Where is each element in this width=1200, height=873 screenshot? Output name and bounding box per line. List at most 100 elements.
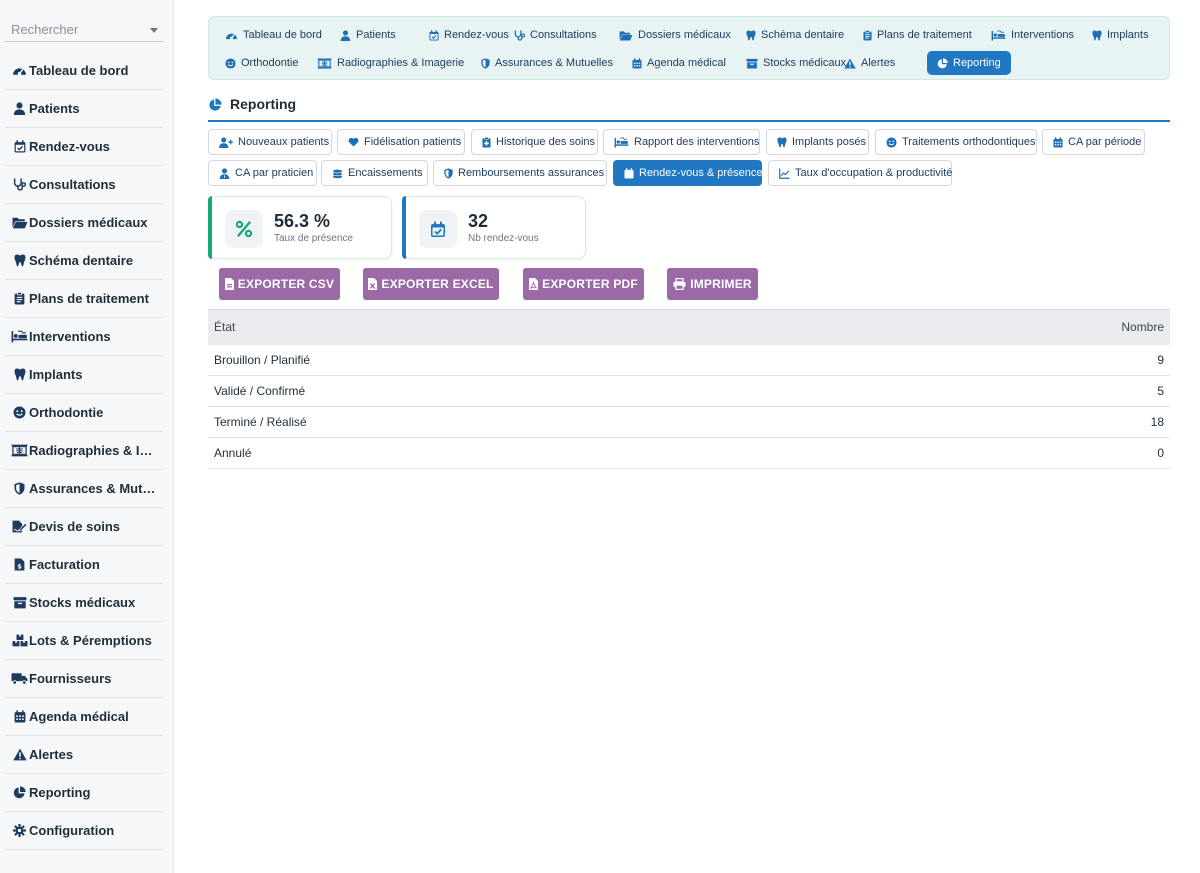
table-row: Annulé 0 [208,437,1170,469]
tooth-icon [11,368,28,382]
calendar-icon [632,57,642,69]
file-csv-icon [224,278,234,290]
sidebar-item-label: Assurances & Mutuelles [29,481,163,496]
sidebar-item-alertes[interactable]: Alertes [5,736,163,774]
module-tab-label: Agenda médical [647,57,726,69]
sidebar-item-label: Implants [29,367,83,382]
report-button-encaissements[interactable]: Encaissements [321,160,428,186]
svg-text:$: $ [17,562,22,570]
print-button[interactable]: IMPRIMER [667,268,758,300]
page-header: Reporting [208,96,1170,122]
box-icon [746,58,758,69]
report-button-implants-pos-s[interactable]: Implants posés [766,129,869,155]
chevron-down-icon[interactable] [150,28,158,33]
warning-icon [11,748,28,762]
sidebar-item-orthodontie[interactable]: Orthodontie [5,394,163,432]
module-tab-tableau-de-bord[interactable]: Tableau de bord [215,23,332,47]
sidebar-item-facturation[interactable]: $ Facturation [5,546,163,584]
module-tab-patients[interactable]: Patients [330,23,406,47]
file-pdf-icon [529,278,539,290]
module-tab-reporting[interactable]: Reporting [927,51,1011,75]
sidebar-item-interventions[interactable]: Interventions [5,318,163,356]
gear-icon [11,824,28,838]
pie-chart-icon [11,786,28,800]
module-tab-plans-de-traitement[interactable]: Plans de traitement [853,23,982,47]
sidebar-item-configuration[interactable]: Configuration [5,812,163,850]
report-button-rendez-vous-pr-sence[interactable]: Rendez-vous & présence [613,160,763,186]
state-cell: Annulé [208,437,847,469]
module-tab-label: Patients [356,29,396,41]
state-cell: Validé / Confirmé [208,375,847,407]
module-tab-label: Assurances & Mutuelles [495,57,613,69]
sidebar-item-agenda-m-dical[interactable]: Agenda médical [5,698,163,736]
report-button-fid-lisation-patients[interactable]: Fidélisation patients [337,129,465,155]
module-tab-label: Radiographies & Imagerie [337,57,465,69]
tooth-icon [11,254,28,268]
sidebar-item-lots-p-remptions[interactable]: Lots & Péremptions [5,622,163,660]
module-tab-label: Alertes [861,57,896,69]
module-tab-alertes[interactable]: Alertes [834,51,905,75]
module-tab-implants[interactable]: Implants [1082,23,1159,47]
sidebar-item-reporting[interactable]: Reporting [5,774,163,812]
sidebar-item-consultations[interactable]: Consultations [5,166,163,204]
search-select[interactable] [5,18,163,42]
chart-line-icon [779,167,790,179]
procedures-icon [991,29,1006,41]
sidebar-item-patients[interactable]: Patients [5,90,163,128]
sidebar-item-sch-ma-dentaire[interactable]: Schéma dentaire [5,242,163,280]
module-tab-dossiers-m-dicaux[interactable]: Dossiers médicaux [609,23,741,47]
pie-chart-icon [208,98,222,112]
x-ray-icon [317,57,332,69]
export-pdf-button[interactable]: EXPORTER PDF [523,268,644,300]
file-excel-icon [368,278,378,290]
sidebar-item-assurances-mutuelles[interactable]: Assurances & Mutuelles [5,470,163,508]
sidebar-menu: Tableau de bord Patients Rendez-vous Consul… [5,52,163,850]
sidebar-item-tableau-de-bord[interactable]: Tableau de bord [5,52,163,90]
module-tab-radiographies-imagerie[interactable]: Radiographies & Imagerie [307,51,474,75]
shield-icon [11,482,28,496]
report-button-ca-par-p-riode[interactable]: CA par période [1042,129,1145,155]
module-tab-sch-ma-dentaire[interactable]: Schéma dentaire [736,23,854,47]
sidebar-item-stocks-m-dicaux[interactable]: Stocks médicaux [5,584,163,622]
sidebar-item-plans-de-traitement[interactable]: Plans de traitement [5,280,163,318]
table-row: Brouillon / Planifié 9 [208,344,1170,376]
shield-icon [481,57,490,69]
module-tab-consultations[interactable]: Consultations [504,23,607,47]
export-excel-button[interactable]: EXPORTER EXCEL [363,268,499,300]
invoice-icon: $ [11,558,28,572]
heart-icon [348,137,359,147]
sidebar-item-label: Alertes [29,747,74,762]
sidebar-item-fournisseurs[interactable]: Fournisseurs [5,660,163,698]
report-button-traitements-orthodontiques[interactable]: Traitements orthodontiques [875,129,1037,155]
sidebar-item-implants[interactable]: Implants [5,356,163,394]
sidebar-item-devis-de-soins[interactable]: Devis de soins [5,508,163,546]
column-header-count: Nombre [846,309,1170,345]
sidebar-item-radiographies-imagerie[interactable]: Radiographies & Imagerie [5,432,163,470]
report-button-ca-par-praticien[interactable]: CA par praticien [208,160,317,186]
report-button-remboursements-assurances[interactable]: Remboursements assurances [433,160,607,186]
report-button-nouveaux-patients[interactable]: Nouveaux patients [208,129,332,155]
user-plus-icon [219,136,233,148]
sidebar-item-dossiers-m-dicaux[interactable]: Dossiers médicaux [5,204,163,242]
report-button-rapport-des-interventions[interactable]: Rapport des interventions [603,129,760,155]
calendar-check-icon [624,167,634,179]
calendar-icon [1053,136,1063,148]
warning-icon [844,57,856,69]
report-button-historique-des-soins[interactable]: Historique des soins [471,129,598,155]
print-label: IMPRIMER [690,277,752,291]
module-tab-assurances-mutuelles[interactable]: Assurances & Mutuelles [471,51,623,75]
report-button-label: CA par période [1068,136,1142,148]
page-title: Reporting [230,96,297,112]
report-button-taux-d-occupation-productivit[interactable]: Taux d'occupation & productivité [768,160,952,186]
tachometer-icon [225,30,238,41]
module-tab-agenda-m-dical[interactable]: Agenda médical [622,51,736,75]
module-tab-interventions[interactable]: Interventions [981,23,1084,47]
sidebar-item-label: Consultations [29,177,116,192]
module-tab-orthodontie[interactable]: Orthodontie [215,51,308,75]
export-csv-button[interactable]: EXPORTER CSV [219,268,340,300]
module-tab-label: Tableau de bord [243,29,322,41]
search-input[interactable] [5,18,145,40]
module-tab-label: Reporting [953,57,1001,69]
notes-medical-icon [482,136,491,148]
sidebar-item-rendez-vous[interactable]: Rendez-vous [5,128,163,166]
